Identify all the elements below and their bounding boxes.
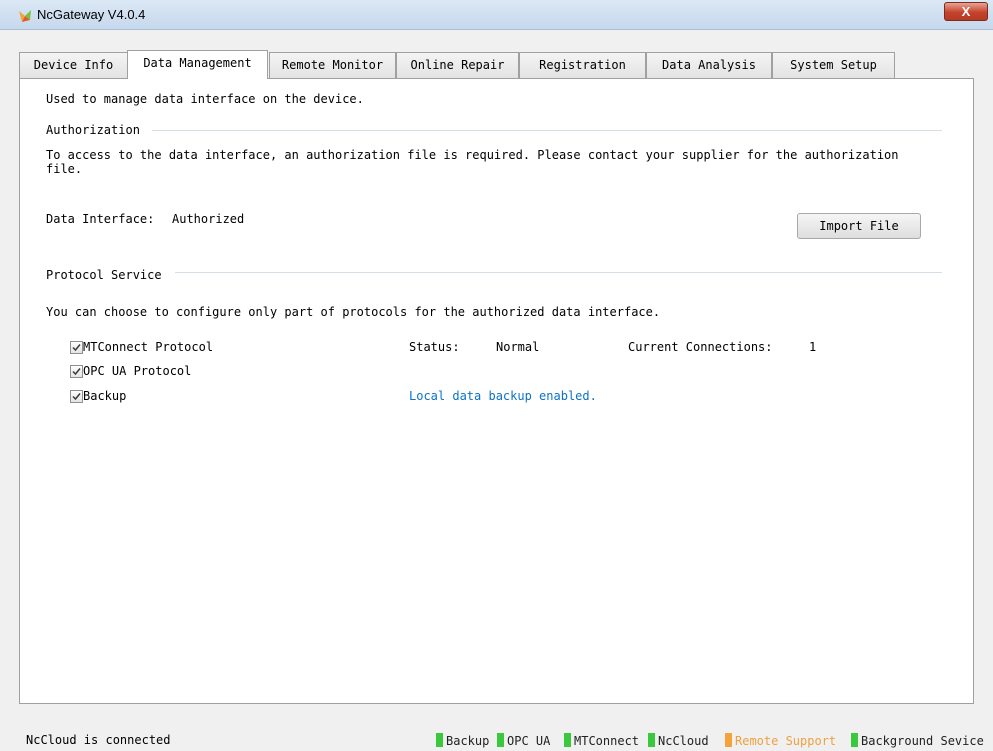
status-value: Normal [496,340,540,354]
checkmark-icon [72,368,81,376]
indicator-label: NcCloud [658,734,709,748]
title-bar: NcGateway V4.0.4 X [0,0,993,30]
indicator-label: MTConnect [574,734,640,748]
protocol-divider [175,272,942,273]
panel-intro: Used to manage data interface on the dev… [46,92,364,106]
backup-label[interactable]: Backup [83,389,126,403]
import-file-button[interactable]: Import File [797,213,921,239]
status-indicator-icon [725,733,732,747]
mtconnect-label[interactable]: MTConnect Protocol [83,340,213,354]
checkmark-icon [72,393,81,401]
opc-ua-checkbox[interactable] [70,365,83,378]
status-bar: NcCloud is connected Backup OPC UA MTCon… [0,727,993,751]
checkmark-icon [72,344,81,352]
indicator-label: Background Sevice [861,734,984,748]
authorization-description-cont: file. [46,162,83,176]
tab-data-management[interactable]: Data Management [127,50,268,79]
protocol-service-heading: Protocol Service [46,268,162,282]
status-indicator-icon [851,733,858,747]
connections-value: 1 [809,340,817,354]
close-button[interactable]: X [944,2,988,21]
data-management-panel: Used to manage data interface on the dev… [19,78,974,704]
backup-note: Local data backup enabled. [409,389,597,403]
status-indicator-icon [564,733,571,747]
tab-system-setup[interactable]: System Setup [772,52,895,78]
authorization-heading: Authorization [46,123,140,137]
indicator-label: OPC UA [507,734,551,748]
protocol-description: You can choose to configure only part of… [46,305,661,319]
data-interface-value: Authorized [172,212,245,226]
connection-status-text: NcCloud is connected [26,733,171,747]
indicator-label: Remote Support [735,734,837,748]
tab-remote-monitor[interactable]: Remote Monitor [269,52,396,78]
tab-online-repair[interactable]: Online Repair [396,52,519,78]
status-indicator-icon [648,733,655,747]
data-interface-label: Data Interface: [46,212,155,226]
window-title: NcGateway V4.0.4 [37,7,146,22]
backup-checkbox[interactable] [70,390,83,403]
tab-data-analysis[interactable]: Data Analysis [646,52,772,78]
status-indicator-icon [497,733,504,747]
tab-registration[interactable]: Registration [519,52,646,78]
indicator-label: Backup [446,734,490,748]
tab-device-info[interactable]: Device Info [19,52,128,78]
status-indicator-icon [436,733,443,747]
authorization-divider [152,130,942,131]
mtconnect-checkbox[interactable] [70,341,83,354]
authorization-description: To access to the data interface, an auth… [46,148,899,162]
connections-label: Current Connections: [628,340,773,354]
gateway-logo-icon [19,10,31,22]
opc-ua-label[interactable]: OPC UA Protocol [83,364,191,378]
status-label: Status: [409,340,460,354]
